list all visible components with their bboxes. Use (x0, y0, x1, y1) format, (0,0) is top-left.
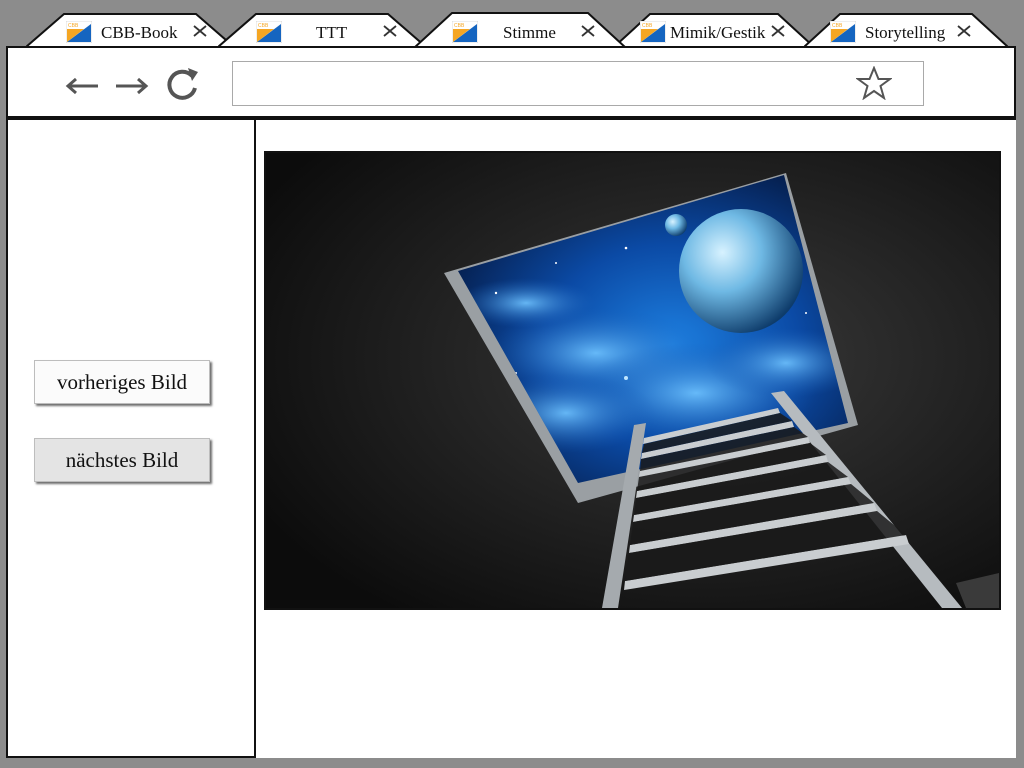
cbb-logo-icon: CBB (256, 21, 282, 43)
tab-label: Stimme (503, 23, 556, 42)
address-bar[interactable] (232, 61, 924, 106)
content-area (256, 118, 1016, 758)
next-image-button[interactable]: nächstes Bild (34, 438, 210, 482)
arrow-left-icon[interactable] (64, 66, 102, 102)
tab-label: Storytelling (865, 23, 946, 42)
close-icon[interactable] (382, 23, 398, 39)
tab-mimik-gestik[interactable]: CBB Mimik/Gestik (614, 13, 814, 47)
browser-toolbar (6, 46, 1016, 118)
reload-icon[interactable] (162, 64, 202, 104)
tab-stimme[interactable]: CBB Stimme (414, 11, 626, 48)
tab-storytelling[interactable]: CBB Storytelling (804, 13, 1008, 47)
sidebar: vorheriges Bild nächstes Bild (6, 118, 256, 758)
cbb-logo-icon: CBB (452, 21, 478, 43)
svg-text:CBB: CBB (642, 23, 653, 29)
ladder-to-space-illustration (266, 153, 999, 608)
tab-label: CBB-Book (101, 23, 178, 42)
svg-text:CBB: CBB (454, 23, 465, 29)
svg-text:CBB: CBB (68, 23, 79, 29)
ladder-to-space-image (264, 151, 1001, 610)
arrow-right-icon[interactable] (112, 66, 150, 102)
cbb-logo-icon: CBB (830, 21, 856, 43)
tab-label: TTT (316, 23, 348, 42)
tab-label: Mimik/Gestik (670, 23, 766, 42)
star-icon[interactable] (856, 66, 892, 100)
tab-ttt[interactable]: CBB TTT (218, 13, 426, 47)
cbb-logo-icon: CBB (66, 21, 92, 43)
svg-text:CBB: CBB (832, 23, 843, 29)
svg-text:CBB: CBB (258, 23, 269, 29)
close-icon[interactable] (580, 23, 596, 39)
tab-strip: CBB CBB-Book CBB TTT CBB Mimik/Gestik CB… (0, 0, 1024, 48)
previous-image-button[interactable]: vorheriges Bild (34, 360, 210, 404)
tab-cbb-book[interactable]: CBB CBB-Book (26, 13, 234, 47)
close-icon[interactable] (770, 23, 786, 39)
cbb-logo-icon: CBB (640, 21, 666, 43)
close-icon[interactable] (192, 23, 208, 39)
close-icon[interactable] (956, 23, 972, 39)
